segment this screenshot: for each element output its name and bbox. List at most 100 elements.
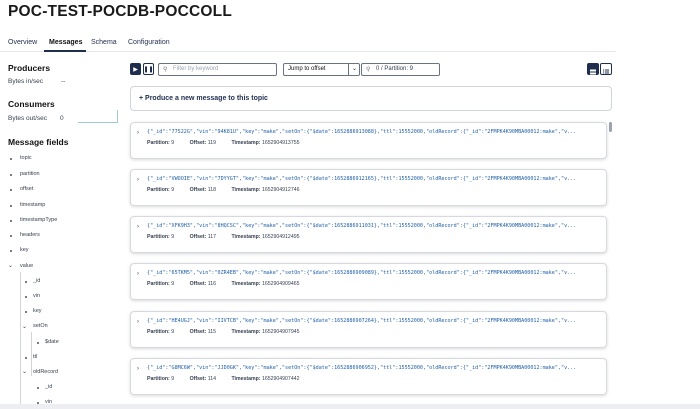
bytes-in-label: Bytes in/sec xyxy=(8,78,44,85)
chevron-right-icon[interactable]: › xyxy=(137,319,139,325)
offset-value: 118 xyxy=(207,187,217,193)
message-json: {"_id":"65TKM5","vin":"0ZR4EB","key":"ma… xyxy=(147,270,577,276)
tab-overview[interactable]: Overview xyxy=(8,39,37,46)
bullet-icon xyxy=(10,158,13,161)
filter-keyword-input[interactable]: Filter by keyword xyxy=(158,63,277,76)
chevron-right-icon[interactable]: › xyxy=(137,366,139,372)
tree-guide-line xyxy=(20,272,21,404)
field-value-vin[interactable]: vin xyxy=(33,293,40,299)
partition-label: Partition: xyxy=(147,140,170,146)
partition-label: Partition: xyxy=(147,281,170,287)
message-json: {"_id":"G8MC6W","vin":"JJD0GK","key":"ma… xyxy=(147,365,577,371)
message-card[interactable]: › {"_id":"HE4UGJ","vin":"IIVTCB","key":"… xyxy=(130,311,607,348)
field-timestamptype[interactable]: timestampType xyxy=(20,217,57,223)
produce-message-button[interactable]: + Produce a new message to this topic xyxy=(130,86,612,111)
active-tab-indicator xyxy=(44,50,86,52)
bullet-icon xyxy=(25,281,28,284)
timestamp-label: Timestamp: xyxy=(231,234,261,240)
partition-label: Partition: xyxy=(147,329,170,335)
partition-value: 9 xyxy=(171,234,175,240)
produce-message-label: + Produce a new message to this topic xyxy=(139,95,268,102)
field-oldrecord-id[interactable]: _id xyxy=(45,384,52,390)
chevron-right-icon[interactable]: › xyxy=(137,224,139,230)
field-headers[interactable]: headers xyxy=(20,232,40,238)
list-view-button[interactable] xyxy=(600,63,612,75)
partition-value: 9 xyxy=(171,187,175,193)
message-card[interactable]: › {"_id":"XFK9H3","vin":"8HQCSC","key":"… xyxy=(130,216,607,253)
timestamp-value: 1652904913755 xyxy=(261,140,300,146)
field-value-id[interactable]: _id xyxy=(33,278,40,284)
message-fields-heading: Message fields xyxy=(8,137,69,147)
field-value-oldrecord[interactable]: oldRecord xyxy=(33,369,58,375)
play-icon: ▶ xyxy=(133,66,138,73)
partition-value: 9 xyxy=(171,329,175,335)
partition-value: 9 xyxy=(171,376,175,382)
bullet-icon xyxy=(37,342,40,345)
timestamp-label: Timestamp: xyxy=(231,281,261,287)
card-view-button[interactable] xyxy=(587,63,599,75)
field-seton-date[interactable]: $date xyxy=(45,339,59,345)
offset-value: 116 xyxy=(207,281,217,287)
field-value-seton[interactable]: setOn xyxy=(33,323,48,329)
play-button[interactable]: ▶ xyxy=(130,63,141,75)
message-json: {"_id":"HE4UGJ","vin":"IIVTCB","key":"ma… xyxy=(147,318,577,324)
field-value-key[interactable]: key xyxy=(33,308,42,314)
chevron-down-icon[interactable]: ⌄ xyxy=(8,262,13,269)
tab-bar: Overview Messages Schema Configuration xyxy=(0,36,616,52)
bytes-out-sparkline xyxy=(78,110,118,123)
tab-messages[interactable]: Messages xyxy=(49,39,82,46)
offset-label: Offset: xyxy=(189,281,207,287)
bullet-icon xyxy=(25,357,28,360)
chevron-right-icon[interactable]: › xyxy=(137,177,139,183)
pause-button[interactable]: ❚❚ xyxy=(143,63,154,75)
chevron-down-icon[interactable]: ⌄ xyxy=(348,63,360,76)
chevron-down-icon[interactable]: ⌄ xyxy=(22,368,27,375)
timestamp-value: 1652904912746 xyxy=(261,187,300,193)
page-title: POC-TEST-POCDB-POCCOLL xyxy=(8,3,232,20)
offset-label: Offset: xyxy=(189,187,207,193)
offset-partition-input[interactable]: 0 / Partition: 9 xyxy=(361,63,440,76)
timestamp-value: 1652904907442 xyxy=(261,376,300,382)
offset-value: 117 xyxy=(207,234,217,240)
message-card[interactable]: › {"_id":"77522G","vin":"94K81U","key":"… xyxy=(130,122,607,159)
timestamp-label: Timestamp: xyxy=(231,376,261,382)
message-json: {"_id":"XFK9H3","vin":"8HQCSC","key":"ma… xyxy=(147,223,577,229)
offset-value: 115 xyxy=(207,329,217,335)
bullet-icon xyxy=(25,296,28,299)
partition-value: 9 xyxy=(171,281,175,287)
messages-scrollbar[interactable] xyxy=(609,122,612,132)
pause-icon: ❚❚ xyxy=(143,66,154,73)
bytes-out-value: 0 xyxy=(60,115,64,122)
field-value[interactable]: value xyxy=(20,263,33,269)
field-partition[interactable]: partition xyxy=(20,171,40,177)
bytes-out-label: Bytes out/sec xyxy=(8,115,48,122)
list-view-icon xyxy=(603,69,609,75)
field-timestamp[interactable]: timestamp xyxy=(20,202,45,208)
chevron-right-icon[interactable]: › xyxy=(137,130,139,136)
field-key[interactable]: key xyxy=(20,247,29,253)
bytes-in-value: -- xyxy=(61,78,66,85)
offset-value: 119 xyxy=(207,140,217,146)
field-topic[interactable]: topic xyxy=(20,155,32,161)
bullet-icon xyxy=(10,235,13,238)
bullet-icon xyxy=(10,220,13,223)
consumers-heading: Consumers xyxy=(8,99,55,109)
partition-label: Partition: xyxy=(147,187,170,193)
tab-configuration[interactable]: Configuration xyxy=(128,39,170,46)
field-offset[interactable]: offset xyxy=(20,186,33,192)
search-icon: ⚲ xyxy=(366,67,371,73)
message-meta: Partition: 9 Offset: 116 Timestamp: 1652… xyxy=(147,281,299,287)
search-icon: ⚲ xyxy=(163,67,168,73)
message-card[interactable]: › {"_id":"VWOOIE","vin":"7DYYGT","key":"… xyxy=(130,169,607,206)
card-view-icon xyxy=(590,69,596,75)
tab-schema[interactable]: Schema xyxy=(91,39,117,46)
message-meta: Partition: 9 Offset: 115 Timestamp: 1652… xyxy=(147,329,299,335)
field-value-ttl[interactable]: ttl xyxy=(33,354,37,360)
chevron-down-icon[interactable]: ⌄ xyxy=(22,323,27,330)
message-card[interactable]: › {"_id":"G8MC6W","vin":"JJD0GK","key":"… xyxy=(130,358,607,395)
message-meta: Partition: 9 Offset: 114 Timestamp: 1652… xyxy=(147,376,299,382)
timestamp-label: Timestamp: xyxy=(231,329,261,335)
chevron-right-icon[interactable]: › xyxy=(137,271,139,277)
message-card[interactable]: › {"_id":"65TKM5","vin":"0ZR4EB","key":"… xyxy=(130,263,607,300)
bullet-icon xyxy=(10,189,13,192)
